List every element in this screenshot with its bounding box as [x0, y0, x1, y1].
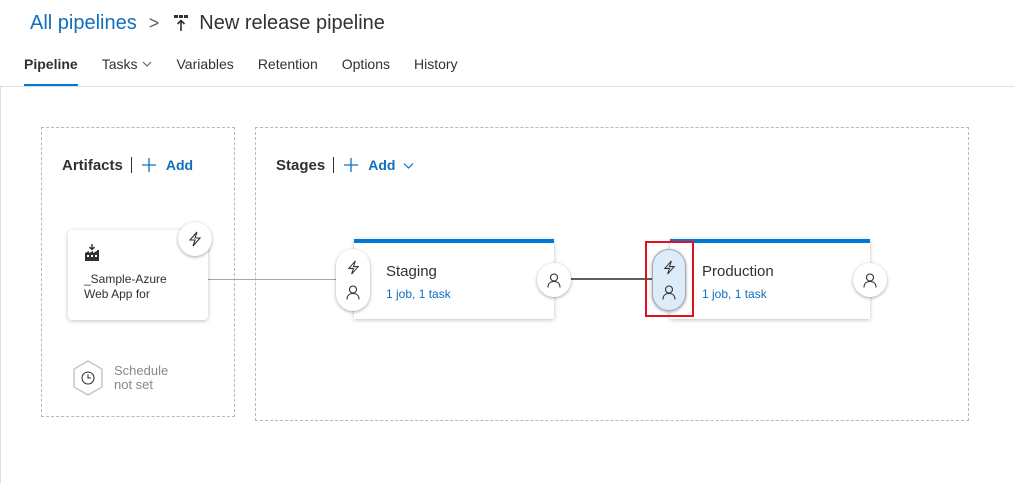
- add-artifact-label: Add: [165, 157, 194, 173]
- artifact-to-staging-connector: [208, 279, 354, 280]
- clock-icon: [72, 360, 104, 396]
- left-border: [0, 87, 1, 483]
- stage-card-staging[interactable]: Staging 1 job, 1 task: [354, 239, 554, 319]
- tab-history-label: History: [414, 56, 458, 72]
- stages-title: Stages: [276, 156, 326, 174]
- person-icon: [346, 285, 360, 300]
- tab-tasks[interactable]: Tasks: [102, 56, 153, 86]
- tab-options-label: Options: [341, 56, 390, 72]
- artifacts-title: Artifacts: [62, 156, 123, 174]
- add-stage-label: Add: [368, 157, 396, 173]
- tab-options[interactable]: Options: [342, 56, 390, 86]
- tab-bar: Pipeline Tasks Variables Retention Optio…: [24, 56, 482, 86]
- tab-divider: [0, 86, 1014, 87]
- artifacts-header: Artifacts Add: [62, 155, 193, 175]
- stage-tasks-link[interactable]: 1 job, 1 task: [386, 287, 451, 301]
- stage-tasks-link[interactable]: 1 job, 1 task: [702, 287, 767, 301]
- tab-retention-label: Retention: [257, 56, 318, 72]
- schedule-line-1: Schedule: [114, 363, 169, 378]
- plus-icon: [344, 158, 359, 172]
- lightning-icon: [346, 260, 361, 275]
- artifact-name: _Sample-Azure Web App for: [84, 272, 167, 301]
- continuous-deployment-trigger-button[interactable]: [178, 222, 212, 256]
- chevron-down-icon: [142, 59, 152, 69]
- tab-history[interactable]: History: [414, 56, 458, 86]
- header: All pipelines > New release pipeline: [30, 10, 385, 36]
- build-artifact-icon: [84, 244, 100, 262]
- stage-name: Production: [702, 263, 774, 280]
- add-artifact-button[interactable]: Add: [141, 157, 194, 173]
- tab-variables-label: Variables: [176, 56, 234, 72]
- tab-tasks-label: Tasks: [101, 56, 138, 72]
- plus-icon: [141, 158, 156, 172]
- tab-retention[interactable]: Retention: [258, 56, 318, 86]
- chevron-down-icon: [403, 160, 414, 171]
- post-deployment-conditions-staging[interactable]: [537, 263, 571, 297]
- tab-pipeline-label: Pipeline: [24, 56, 78, 72]
- stage-name: Staging: [386, 263, 437, 280]
- artifacts-header-divider: [130, 157, 132, 173]
- tab-variables[interactable]: Variables: [176, 56, 233, 86]
- breadcrumb-separator: >: [148, 12, 160, 33]
- stage-card-production[interactable]: Production 1 job, 1 task: [670, 239, 870, 319]
- schedule-line-2: not set: [114, 377, 154, 392]
- add-stage-button[interactable]: Add: [344, 157, 414, 173]
- tab-pipeline[interactable]: Pipeline: [24, 56, 78, 86]
- person-icon: [547, 272, 561, 288]
- pre-deployment-conditions-staging[interactable]: [336, 249, 370, 311]
- breadcrumb-all-pipelines[interactable]: All pipelines: [30, 12, 137, 35]
- lightning-icon: [187, 231, 203, 247]
- post-deployment-conditions-production[interactable]: [853, 263, 887, 297]
- schedule-status: Schedule not set: [114, 364, 168, 392]
- release-pipeline-icon: [173, 14, 189, 32]
- highlight-annotation: [645, 241, 694, 317]
- schedule-trigger[interactable]: Schedule not set: [72, 360, 168, 396]
- person-icon: [863, 272, 877, 288]
- stages-header: Stages Add: [276, 155, 414, 175]
- stages-header-divider: [333, 157, 335, 173]
- page-title: New release pipeline: [199, 11, 385, 34]
